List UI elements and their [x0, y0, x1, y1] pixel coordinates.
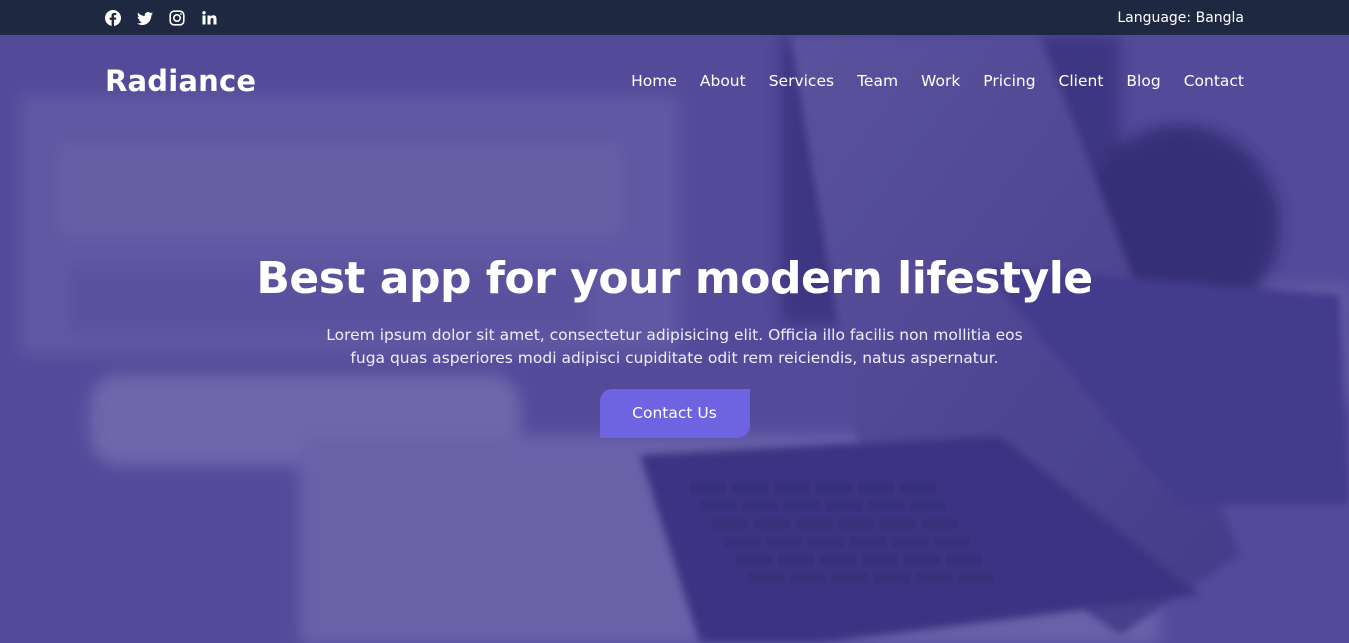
- nav-item-team[interactable]: Team: [857, 72, 898, 90]
- nav-menu: Home About Services Team Work Pricing Cl…: [631, 72, 1244, 90]
- hero-content: Best app for your modern lifestyle Lorem…: [0, 253, 1349, 438]
- nav-item-about[interactable]: About: [700, 72, 746, 90]
- nav-item-client[interactable]: Client: [1059, 72, 1104, 90]
- contact-us-button[interactable]: Contact Us: [599, 389, 750, 438]
- nav-item-contact[interactable]: Contact: [1184, 72, 1244, 90]
- hero-title: Best app for your modern lifestyle: [256, 253, 1093, 304]
- brand-logo[interactable]: Radiance: [105, 64, 256, 98]
- nav-item-work[interactable]: Work: [921, 72, 960, 90]
- instagram-icon[interactable]: [169, 9, 185, 26]
- nav-item-services[interactable]: Services: [769, 72, 834, 90]
- language-selector[interactable]: Language: Bangla: [1117, 10, 1244, 26]
- social-links: [105, 9, 217, 26]
- linkedin-icon[interactable]: [201, 10, 217, 26]
- nav-item-pricing[interactable]: Pricing: [983, 72, 1035, 90]
- twitter-icon[interactable]: [137, 10, 153, 26]
- hero-section: Radiance Home About Services Team Work P…: [0, 35, 1349, 643]
- top-bar: Language: Bangla: [0, 0, 1349, 35]
- hero-description: Lorem ipsum dolor sit amet, consectetur …: [326, 326, 1023, 367]
- main-navbar: Radiance Home About Services Team Work P…: [105, 61, 1244, 101]
- nav-item-blog[interactable]: Blog: [1126, 72, 1160, 90]
- nav-item-home[interactable]: Home: [631, 72, 677, 90]
- facebook-icon[interactable]: [105, 9, 121, 26]
